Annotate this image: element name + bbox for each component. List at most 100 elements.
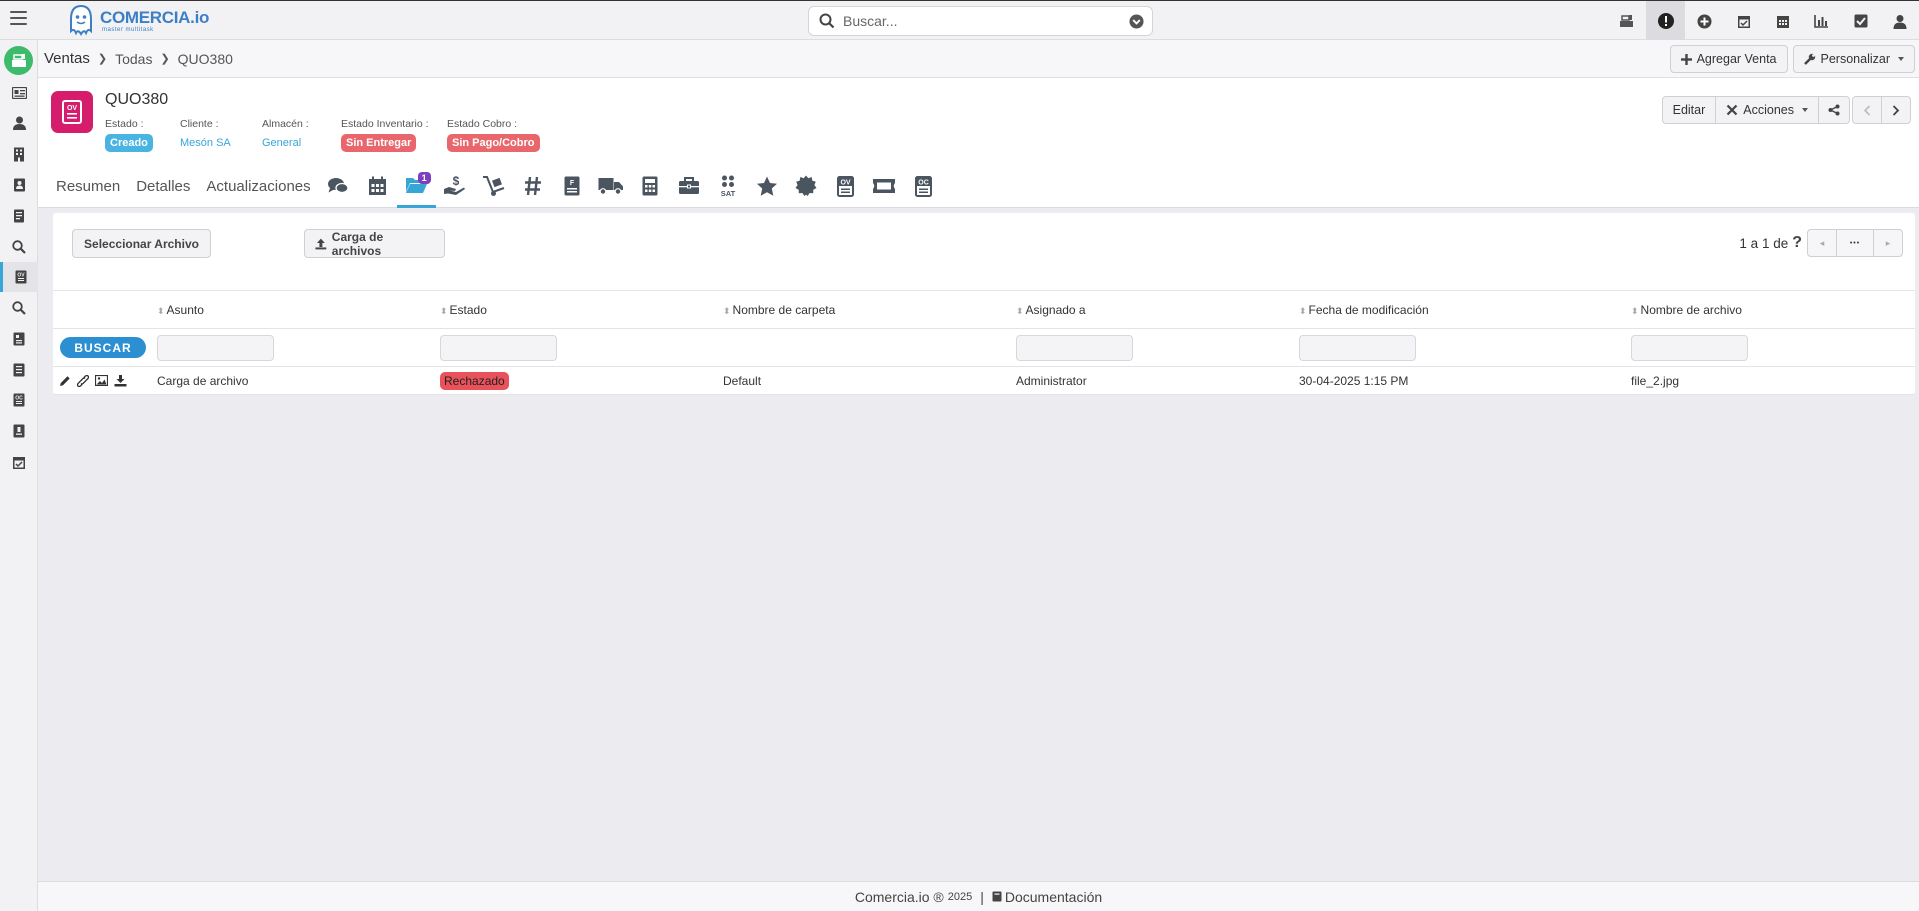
tab-briefcase[interactable] xyxy=(670,164,709,208)
tab-detalles[interactable]: Detalles xyxy=(128,164,198,208)
filter-fecha-input[interactable] xyxy=(1299,334,1416,361)
search-button[interactable]: BUSCAR xyxy=(60,337,146,358)
global-search xyxy=(808,6,1153,36)
column-header-carpeta[interactable]: ⬍ Nombre de carpeta xyxy=(717,290,1010,329)
plus-circle-icon[interactable] xyxy=(1685,1,1724,41)
tab-files[interactable]: 1 xyxy=(396,164,436,208)
app-logo[interactable]: COMERCIA.io master multitask xyxy=(66,3,209,39)
select-file-label: Seleccionar Archivo xyxy=(84,236,199,251)
previous-page-button[interactable]: ◂ xyxy=(1807,229,1837,257)
tab-invoice[interactable]: F xyxy=(553,164,592,208)
plus-icon xyxy=(1680,53,1692,65)
filter-archivo-input[interactable] xyxy=(1631,334,1748,361)
logo-mascot-icon xyxy=(70,4,92,36)
tab-calendar[interactable] xyxy=(358,164,397,208)
warehouse-link[interactable]: General xyxy=(262,137,301,149)
field-estado-cobro: Estado Cobro : Sin Pago/Cobro xyxy=(447,118,540,152)
customize-button[interactable]: Personalizar xyxy=(1792,45,1915,73)
image-icon[interactable] xyxy=(95,375,108,386)
column-header-fecha[interactable]: ⬍ Fecha de modificación xyxy=(1293,290,1625,329)
tab-favorites[interactable] xyxy=(748,164,787,208)
sidebar-item-tasks[interactable] xyxy=(0,447,38,477)
payment-status-badge: Sin Pago/Cobro xyxy=(447,134,540,152)
breadcrumb-ventas[interactable]: Ventas xyxy=(44,50,90,67)
calendar-check-icon[interactable] xyxy=(1724,1,1763,41)
tab-calculator[interactable] xyxy=(631,164,670,208)
breadcrumb-todas[interactable]: Todas xyxy=(115,51,152,67)
cash-register-icon[interactable] xyxy=(1607,1,1646,41)
search-input[interactable] xyxy=(843,13,1113,29)
next-page-button[interactable]: ▸ xyxy=(1873,229,1903,257)
tab-oc[interactable]: OC xyxy=(904,164,943,208)
documentation-link[interactable]: Documentación xyxy=(992,889,1102,905)
tab-hashtag[interactable] xyxy=(514,164,553,208)
user-icon[interactable] xyxy=(1880,1,1919,41)
sidebar-item-tickets[interactable] xyxy=(0,416,38,446)
tab-comments[interactable] xyxy=(319,164,358,208)
tab-sat[interactable]: SAT xyxy=(709,164,748,208)
table-row[interactable]: Carga de archivo Rechazado Default Admin… xyxy=(53,366,1915,395)
sidebar-item-documents[interactable] xyxy=(0,201,38,231)
search-icon xyxy=(819,13,835,29)
tab-ov[interactable]: OV xyxy=(826,164,865,208)
column-header-asignado[interactable]: ⬍ Asignado a xyxy=(1010,290,1293,329)
actions-dropdown[interactable]: Acciones xyxy=(1715,96,1819,124)
pencil-icon[interactable] xyxy=(59,375,71,387)
tab-resumen[interactable]: Resumen xyxy=(38,164,128,208)
menu-icon[interactable] xyxy=(10,11,27,27)
tab-shipping[interactable] xyxy=(592,164,631,208)
sidebar-item-contacts[interactable] xyxy=(0,108,38,138)
chevron-down-icon[interactable] xyxy=(1129,14,1144,29)
sidebar-item-ov[interactable]: OV xyxy=(0,262,38,292)
column-header-asunto[interactable]: ⬍ Asunto xyxy=(151,290,434,329)
column-header-archivo[interactable]: ⬍ Nombre de archivo xyxy=(1625,290,1915,329)
home-icon[interactable] xyxy=(4,46,33,75)
sidebar-item-invoices[interactable] xyxy=(0,324,38,354)
svg-text:$: $ xyxy=(453,175,460,188)
filter-asunto-input[interactable] xyxy=(157,334,274,361)
calendar-icon[interactable] xyxy=(1763,1,1802,41)
cobro-label: Estado Cobro : xyxy=(447,118,518,130)
previous-record-button[interactable] xyxy=(1852,96,1882,124)
sidebar-item-search-orders[interactable] xyxy=(0,293,38,323)
share-button[interactable] xyxy=(1818,96,1850,124)
next-record-button[interactable] xyxy=(1881,96,1911,124)
almacen-label: Almacén : xyxy=(262,118,309,130)
sidebar-item-notes[interactable] xyxy=(0,355,38,385)
column-header-estado[interactable]: ⬍ Estado xyxy=(434,290,717,329)
checkbox-icon[interactable] xyxy=(1841,1,1880,41)
filter-estado-input[interactable] xyxy=(440,334,557,361)
link-icon[interactable] xyxy=(77,374,89,387)
tab-actualizaciones[interactable]: Actualizaciones xyxy=(198,164,318,208)
wrench-icon xyxy=(1803,53,1815,65)
tab-dolly[interactable] xyxy=(475,164,514,208)
upload-icon xyxy=(315,238,327,249)
select-file-button[interactable]: Seleccionar Archivo xyxy=(72,229,211,258)
filter-asignado-input[interactable] xyxy=(1016,334,1133,361)
cell-asunto[interactable]: Carga de archivo xyxy=(151,366,434,395)
sort-icon: ⬍ xyxy=(1016,305,1024,316)
tab-ticket[interactable] xyxy=(865,164,904,208)
page-menu-button[interactable]: ••• xyxy=(1836,229,1874,257)
tab-certificate[interactable] xyxy=(787,164,826,208)
sidebar-item-directory[interactable] xyxy=(0,170,38,200)
sidebar-item-search-docs[interactable] xyxy=(0,232,38,262)
tab-payments[interactable]: $ xyxy=(436,164,475,208)
add-sale-label: Agregar Venta xyxy=(1696,52,1777,66)
add-sale-button[interactable]: Agregar Venta xyxy=(1669,45,1788,73)
chevron-right-icon: ❯ xyxy=(160,53,170,65)
files-panel: Seleccionar Archivo Carga de archivos 1 … xyxy=(53,213,1915,395)
sort-icon: ⬍ xyxy=(440,305,448,316)
question-icon[interactable]: ? xyxy=(1792,234,1802,252)
alert-icon[interactable] xyxy=(1646,1,1685,41)
sidebar-item-cards[interactable] xyxy=(0,78,38,108)
sidebar-item-oc[interactable]: OC xyxy=(0,385,38,415)
download-icon[interactable] xyxy=(114,374,127,387)
sidebar-item-companies[interactable] xyxy=(0,139,38,169)
upload-files-button[interactable]: Carga de archivos xyxy=(304,229,445,258)
client-link[interactable]: Mesón SA xyxy=(180,137,231,149)
edit-button[interactable]: Editar xyxy=(1661,96,1717,124)
bar-chart-icon[interactable] xyxy=(1802,1,1841,41)
sort-icon: ⬍ xyxy=(1299,305,1307,316)
ellipsis-icon: ••• xyxy=(1849,239,1861,247)
